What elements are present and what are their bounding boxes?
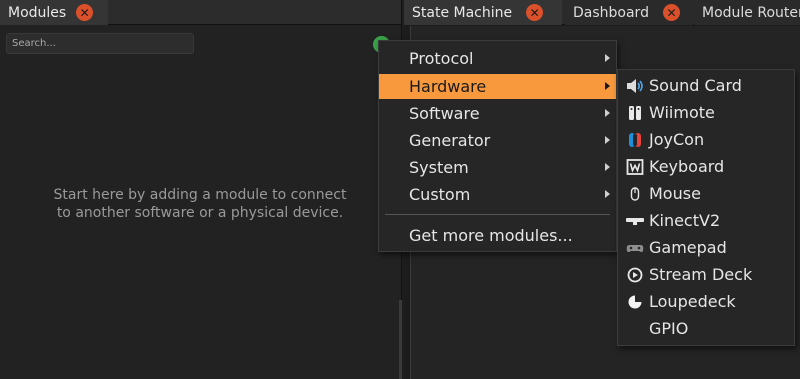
menu-item-software[interactable]: Software [379,101,616,126]
submenu-item-gamepad[interactable]: Gamepad [618,234,794,261]
chevron-right-icon [605,82,610,90]
joycon-icon [625,132,645,148]
menu-item-protocol[interactable]: Protocol [379,46,616,71]
submenu-item-loupedeck[interactable]: Loupedeck [618,288,794,315]
tab-dashboard-label: Dashboard [573,4,649,21]
submenu-item-label: Gamepad [649,238,727,257]
menu-item-generator[interactable]: Generator [379,128,616,153]
mouse-icon [625,186,645,202]
menu-item-label: Generator [409,131,491,150]
menu-item-hardware[interactable]: Hardware [379,74,616,99]
close-icon[interactable]: ✕ [76,4,94,21]
submenu-item-label: Wiimote [649,103,715,122]
loupedeck-icon [625,294,645,310]
editor-tabbar: State Machine ✕ Dashboard ✕ Module Route… [404,0,800,25]
tab-modules-label: Modules [8,4,67,21]
tab-state-machine[interactable]: State Machine ✕ [404,0,562,25]
close-icon[interactable]: ✕ [526,4,544,21]
submenu-item-mouse[interactable]: Mouse [618,180,794,207]
tab-dashboard[interactable]: Dashboard ✕ [565,0,693,25]
submenu-item-sound-card[interactable]: Sound Card [618,72,794,99]
submenu-item-label: Stream Deck [649,265,753,284]
gpio-icon-placeholder [625,321,645,337]
menu-item-label: Custom [409,185,471,204]
empty-state-message: Start here by adding a module to connect… [20,186,380,222]
keyboard-icon [625,158,645,175]
stream-deck-icon [625,267,645,283]
submenu-item-label: KinectV2 [649,211,721,230]
close-icon[interactable]: ✕ [662,4,680,21]
hardware-submenu: Sound Card Wiimote JoyCon Keyboard Mouse… [617,69,795,346]
menu-item-label: System [409,158,469,177]
submenu-item-label: Keyboard [649,157,725,176]
submenu-item-label: Sound Card [649,76,742,95]
empty-message-line2: to another software or a physical device… [56,205,344,221]
submenu-item-label: GPIO [649,319,689,338]
scrollbar[interactable] [399,300,402,379]
speaker-icon [625,78,645,94]
modules-tabbar: Modules ✕ [0,0,401,25]
tab-module-router-label: Module Router [702,4,800,21]
chevron-right-icon [605,109,610,117]
submenu-item-gpio[interactable]: GPIO [618,315,794,342]
empty-message-line1: Start here by adding a module to connect [53,187,347,203]
modules-panel: Modules ✕ Search... Start here by adding… [0,0,402,379]
tab-module-router[interactable]: Module Router [694,0,800,25]
submenu-item-kinectv2[interactable]: KinectV2 [618,207,794,234]
submenu-item-label: JoyCon [649,130,705,149]
submenu-item-joycon[interactable]: JoyCon [618,126,794,153]
submenu-item-label: Loupedeck [649,292,736,311]
submenu-item-stream-deck[interactable]: Stream Deck [618,261,794,288]
kinect-icon [625,213,645,229]
submenu-item-wiimote[interactable]: Wiimote [618,99,794,126]
menu-item-custom[interactable]: Custom [379,182,616,207]
menu-item-get-more-modules[interactable]: Get more modules... [379,223,616,248]
submenu-item-keyboard[interactable]: Keyboard [618,153,794,180]
menu-item-system[interactable]: System [379,155,616,180]
chevron-right-icon [605,136,610,144]
menu-item-label: Get more modules... [409,226,573,245]
add-module-menu: Protocol Hardware Software Generator Sys… [378,40,617,252]
menu-separator [385,214,610,215]
chevron-right-icon [605,54,610,62]
menu-item-label: Hardware [409,77,487,96]
submenu-item-label: Mouse [649,184,701,203]
chevron-right-icon [605,163,610,171]
wiimote-icon [625,105,645,121]
menu-item-label: Software [409,104,480,123]
menu-item-label: Protocol [409,49,474,68]
tab-state-machine-label: State Machine [412,4,513,21]
search-input[interactable]: Search... [6,33,194,54]
tab-modules[interactable]: Modules ✕ [0,0,108,25]
gamepad-icon [625,240,645,256]
chevron-right-icon [605,190,610,198]
